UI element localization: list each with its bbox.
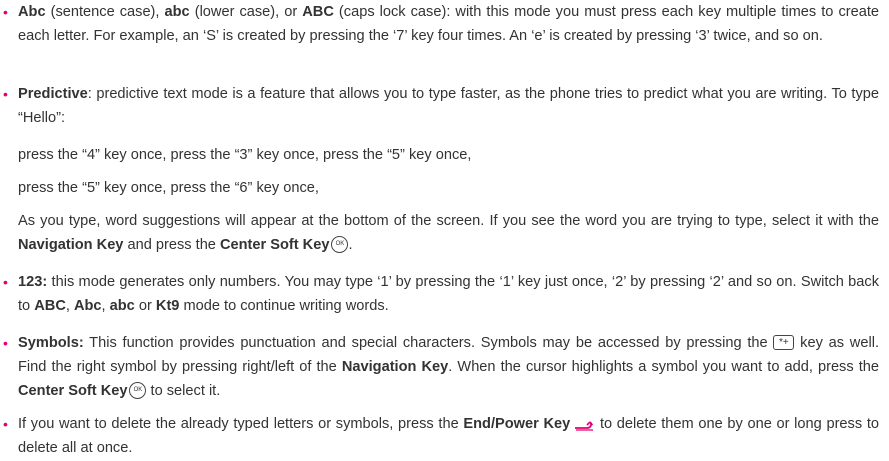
text: to select it. xyxy=(146,383,221,399)
list-item-predictive: • Predictive: predictive text mode is a … xyxy=(0,82,879,130)
term-end-power-key: End/Power Key xyxy=(463,416,571,432)
star-key-label: *+ xyxy=(779,337,789,348)
text: , xyxy=(101,298,110,314)
term-abc-lower: abc xyxy=(109,298,135,314)
term-predictive: Predictive xyxy=(18,86,88,102)
term-abc: Abc xyxy=(73,298,102,314)
star-key-icon: *+ xyxy=(773,335,795,350)
term-navigation-key: Navigation Key xyxy=(341,359,449,375)
term-center-soft-key: Center Soft Key xyxy=(18,383,128,399)
term-abc-lower: abc xyxy=(164,4,190,20)
bullet-icon: • xyxy=(3,416,8,432)
ok-key-icon: OK xyxy=(129,382,147,399)
text: (lower case), or xyxy=(189,4,303,20)
list-item-abc-mode: • Abc (sentence case), abc (lower case),… xyxy=(0,0,879,48)
text: . xyxy=(348,237,353,253)
manual-page: • Abc (sentence case), abc (lower case),… xyxy=(0,0,889,461)
term-123: 123: xyxy=(18,274,48,290)
text: and press the xyxy=(123,237,220,253)
list-item-symbols: • Symbols: This function provides punctu… xyxy=(0,331,879,403)
term-navigation-key: Navigation Key xyxy=(18,237,124,253)
text: If you want to delete the already typed … xyxy=(18,416,464,432)
ok-key-label: OK xyxy=(133,387,143,393)
term-abc-caps: ABC xyxy=(302,4,334,20)
text: This function provides punctuation and s… xyxy=(83,335,774,351)
text: As you type, word suggestions will appea… xyxy=(18,213,879,229)
bullet-icon: • xyxy=(3,335,8,351)
predictive-suggestions: As you type, word suggestions will appea… xyxy=(18,209,879,257)
text: : predictive text mode is a feature that… xyxy=(18,86,879,126)
text: mode to continue writing words. xyxy=(179,298,389,314)
predictive-step-1: press the “4” key once, press the “3” ke… xyxy=(18,147,472,163)
ok-key-label: OK xyxy=(335,241,345,247)
text: . When the cursor highlights a symbol yo… xyxy=(448,359,880,375)
term-center-soft-key: Center Soft Key xyxy=(219,237,330,253)
text: , xyxy=(65,298,74,314)
bullet-icon: • xyxy=(3,86,8,102)
end-power-key-icon xyxy=(575,421,594,431)
term-abc: Abc xyxy=(18,4,46,20)
bullet-icon: • xyxy=(3,4,8,20)
list-item-delete: • If you want to delete the already type… xyxy=(0,412,879,460)
term-symbols: Symbols: xyxy=(18,335,84,351)
term-abc-caps: ABC xyxy=(34,298,66,314)
predictive-step-2: press the “5” key once, press the “6” ke… xyxy=(18,180,319,196)
term-kt9: Kt9 xyxy=(155,298,180,314)
list-item-123-mode: • 123: this mode generates only numbers.… xyxy=(0,270,879,318)
text: (sentence case), xyxy=(45,4,165,20)
bullet-icon: • xyxy=(3,274,8,290)
ok-key-icon: OK xyxy=(331,236,349,253)
text: or xyxy=(134,298,156,314)
